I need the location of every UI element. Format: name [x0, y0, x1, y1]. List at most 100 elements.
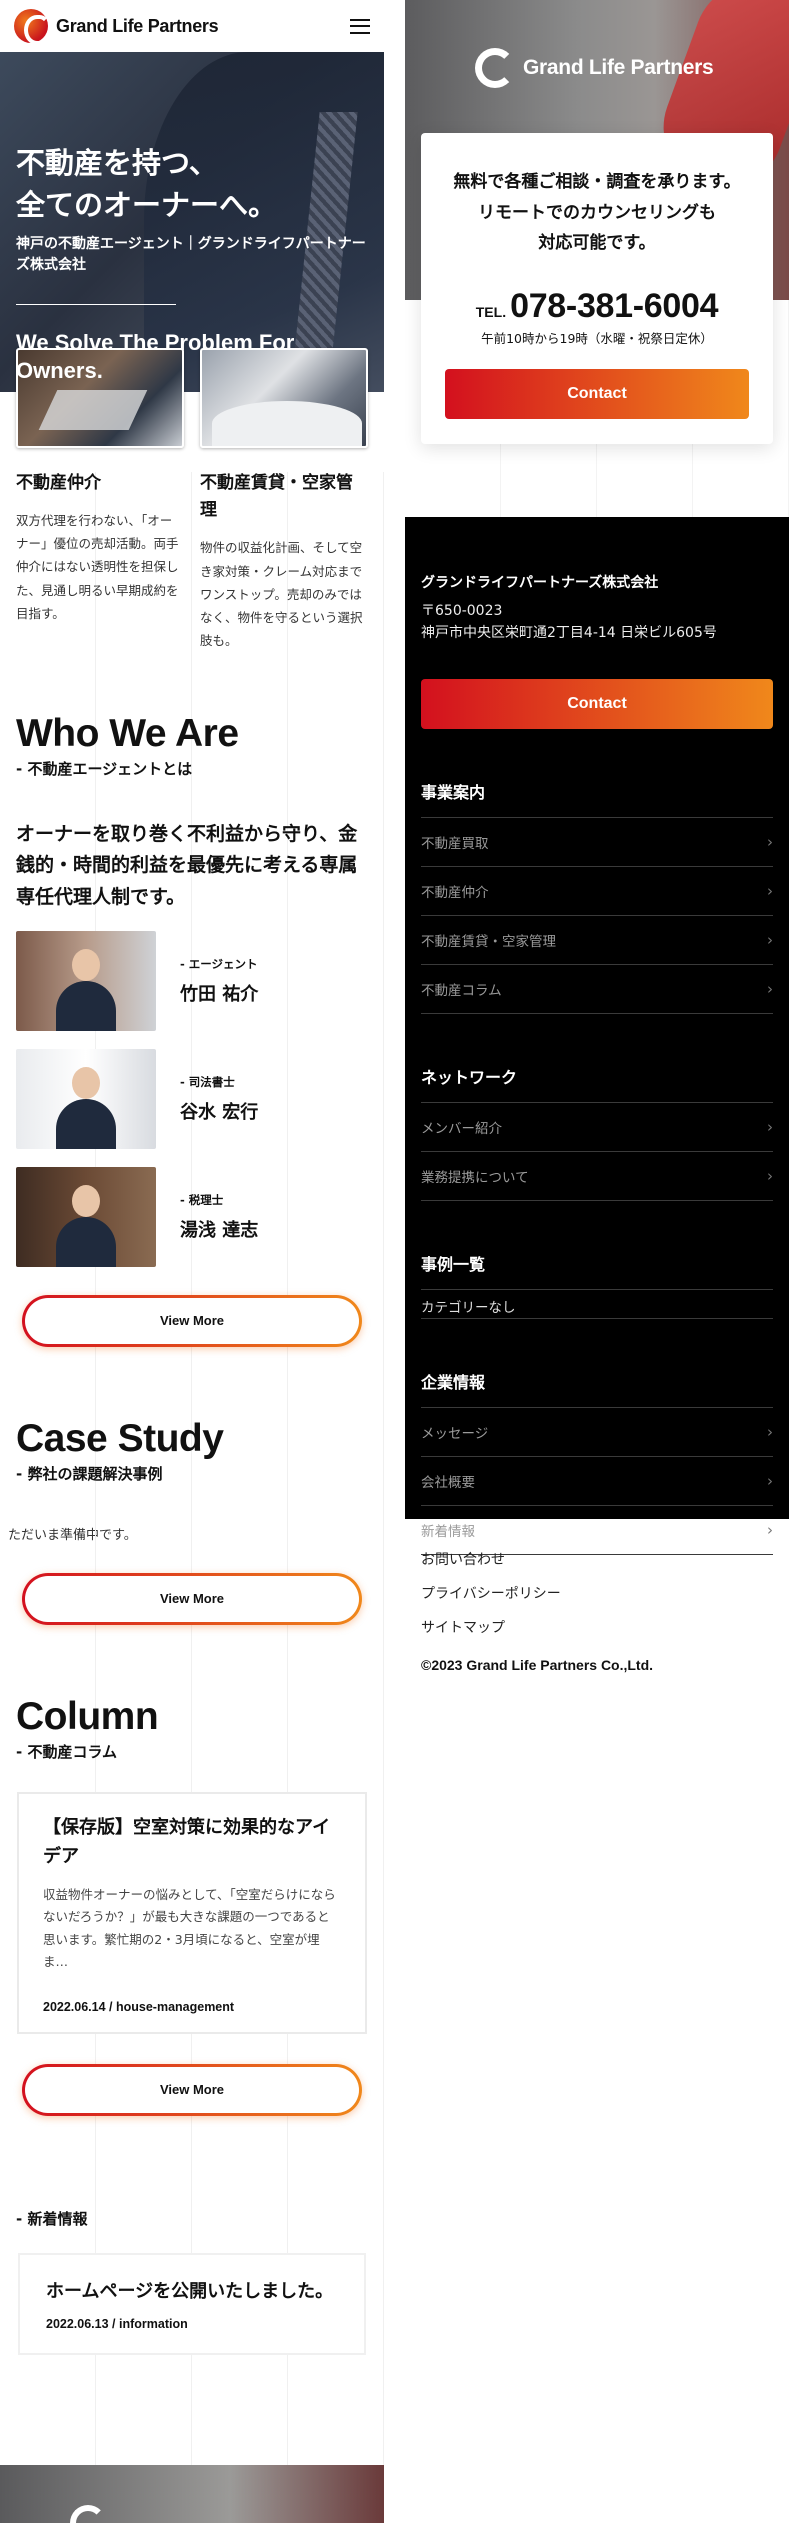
copyright: ©2023 Grand Life Partners Co.,Ltd.: [421, 1657, 654, 1673]
contact-button[interactable]: Contact: [445, 368, 749, 419]
member-info: - 司法書士 谷水 宏行: [180, 1074, 258, 1124]
member-info: - 税理士 湯浅 達志: [180, 1192, 258, 1242]
nav-item[interactable]: 業務提携について ›: [421, 1152, 773, 1201]
phone-number[interactable]: 078-381-6004: [510, 287, 718, 325]
member-photo[interactable]: [16, 1049, 156, 1150]
nav-empty-category: カテゴリーなし: [421, 1290, 773, 1319]
hero-copy: 不動産を持つ、 全てのオーナーへ。 神戸の不動産エージェント｜グランドライフパー…: [16, 142, 368, 384]
news-section: - 新着情報 ホームページを公開いたしました。 2022.06.13 / inf…: [0, 2208, 384, 2355]
footer-link-contact[interactable]: お問い合わせ: [421, 1549, 773, 1569]
mobile-page-footer: Grand Life Partners 無料で各種ご相談・調査を承ります。 リモ…: [405, 0, 789, 2523]
case-study-section: Case Study - 弊社の課題解決事例: [0, 1417, 384, 1484]
menu-icon[interactable]: [350, 18, 370, 34]
nav-item[interactable]: 不動産賃貸・空家管理 ›: [421, 916, 773, 965]
footer-hero-band: [0, 2465, 384, 2523]
services: 不動産仲介 双方代理を行わない、「オーナー」優位の売却活動。両手仲介にはない透明…: [0, 348, 384, 652]
logo-text[interactable]: Grand Life Partners: [56, 16, 219, 37]
nav-item-label: 不動産仲介: [421, 884, 489, 901]
company-name: グランドライフパートナーズ株式会社: [421, 575, 659, 591]
nav-item-label: 不動産コラム: [421, 982, 502, 999]
section-heading: Column: [16, 1695, 159, 1739]
logo-icon: [70, 2505, 106, 2523]
member-name[interactable]: 竹田 祐介: [180, 980, 258, 1006]
nav-item-label: メンバー紹介: [421, 1120, 502, 1137]
company-address: 〒650-0023 神戸市中央区栄町通2丁目4-14 日栄ビル605号: [421, 603, 717, 642]
who-we-are-section: Who We Are - 不動産エージェントとは オーナーを取り巻く不利益から守…: [0, 712, 384, 1347]
nav-item-label: メッセージ: [421, 1425, 489, 1442]
nav-group-heading[interactable]: 企業情報: [421, 1369, 773, 1408]
footer-logo[interactable]: Grand Life Partners: [475, 48, 714, 88]
member-info: - エージェント 竹田 祐介: [180, 956, 258, 1006]
case-empty-message: ただいま準備中です。: [8, 1528, 137, 1544]
business-hours: 午前10時から19時（水曜・祝祭日定休）: [481, 330, 713, 346]
chevron-right-icon: ›: [767, 1422, 773, 1441]
news-meta: 2022.06.13 / information: [46, 2316, 188, 2331]
member-role: - 税理士: [180, 1193, 224, 1208]
member-role: - エージェント: [180, 957, 258, 972]
nav-item-label: 不動産買取: [421, 835, 489, 852]
site-header: Grand Life Partners: [0, 0, 384, 52]
nav-group-heading[interactable]: 事業案内: [421, 779, 773, 818]
column-section: Column - 不動産コラム: [0, 1695, 384, 1762]
nav-item[interactable]: 不動産コラム ›: [421, 965, 773, 1014]
phone-label: TEL.: [475, 303, 507, 320]
member-photo[interactable]: [16, 931, 156, 1032]
hero-english-tagline: We Solve The Problem For Owners.: [16, 330, 295, 383]
chevron-right-icon: ›: [767, 1166, 773, 1185]
nav-item[interactable]: 不動産仲介 ›: [421, 867, 773, 916]
member-name[interactable]: 谷水 宏行: [180, 1098, 258, 1124]
service-description: 物件の収益化計画、そして空き家対策・クレーム対応までワンストップ。売却のみではな…: [200, 540, 363, 648]
nav-item-label: 業務提携について: [421, 1169, 529, 1186]
news-card[interactable]: ホームページを公開いたしました。 2022.06.13 / informatio…: [18, 2252, 366, 2355]
member-item[interactable]: - 司法書士 谷水 宏行: [16, 1049, 368, 1150]
service-card[interactable]: 不動産仲介 双方代理を行わない、「オーナー」優位の売却活動。両手仲介にはない透明…: [16, 348, 184, 652]
footer-links: お問い合わせ プライバシーポリシー サイトマップ ©2023 Grand Lif…: [405, 1519, 789, 1673]
service-card[interactable]: 不動産賃貸・空家管理 物件の収益化計画、そして空き家対策・クレーム対応までワンス…: [200, 348, 368, 652]
nav-item-label: 会社概要: [421, 1474, 475, 1491]
consult-text: 無料で各種ご相談・調査を承ります。 リモートでのカウンセリングも 対応可能です。: [453, 172, 741, 254]
chevron-right-icon: ›: [767, 1520, 773, 1539]
member-item[interactable]: - エージェント 竹田 祐介: [16, 931, 368, 1032]
phone[interactable]: TEL. 078-381-6004: [421, 287, 773, 326]
service-description: 双方代理を行わない、「オーナー」優位の売却活動。両手仲介にはない透明性を担保した…: [16, 513, 179, 621]
nav-item[interactable]: 不動産買取 ›: [421, 818, 773, 867]
nav-item[interactable]: 会社概要 ›: [421, 1457, 773, 1506]
nav-group-heading[interactable]: 事例一覧: [421, 1251, 773, 1290]
footer-link-sitemap[interactable]: サイトマップ: [421, 1617, 773, 1637]
member-name[interactable]: 湯浅 達志: [180, 1216, 258, 1242]
hero-title: 不動産を持つ、 全てのオーナーへ。: [16, 146, 278, 223]
nav-group-heading[interactable]: ネットワーク: [421, 1064, 773, 1103]
column-meta: 2022.06.14 / house-management: [43, 1999, 235, 2014]
column-card[interactable]: 【保存版】空室対策に効果的なアイデア 収益物件オーナーの悩みとして、「空室だらけ…: [17, 1792, 367, 2034]
nav-item-label: 新着情報: [421, 1523, 475, 1540]
nav-group-cases: 事例一覧 カテゴリーなし: [421, 1251, 773, 1319]
nav-item[interactable]: メッセージ ›: [421, 1408, 773, 1457]
consult-card: 無料で各種ご相談・調査を承ります。 リモートでのカウンセリングも 対応可能です。…: [421, 133, 773, 444]
chevron-right-icon: ›: [767, 881, 773, 900]
nav-item[interactable]: メンバー紹介 ›: [421, 1103, 773, 1152]
who-lead: オーナーを取り巻く不利益から守り、金銭的・時間的利益を最優先に考える専属専任代理…: [16, 823, 358, 908]
column-title[interactable]: 【保存版】空室対策に効果的なアイデア: [43, 1814, 341, 1872]
footer-contact-button[interactable]: Contact: [421, 678, 773, 729]
service-title[interactable]: 不動産賃貸・空家管理: [200, 470, 368, 524]
logo-text: Grand Life Partners: [523, 56, 714, 79]
chevron-right-icon: ›: [767, 1471, 773, 1490]
who-view-more-button[interactable]: View More: [22, 1295, 362, 1347]
section-subheading: - 弊社の課題解決事例: [16, 1465, 163, 1484]
chevron-right-icon: ›: [767, 832, 773, 851]
member-item[interactable]: - 税理士 湯浅 達志: [16, 1167, 368, 1268]
chevron-right-icon: ›: [767, 1117, 773, 1136]
news-title[interactable]: ホームページを公開いたしました。: [46, 2277, 338, 2303]
section-heading: Case Study: [16, 1417, 224, 1461]
logo-icon[interactable]: [14, 9, 50, 45]
footer-link-privacy[interactable]: プライバシーポリシー: [421, 1583, 773, 1603]
member-photo[interactable]: [16, 1167, 156, 1268]
column-excerpt: 収益物件オーナーの悩みとして、「空室だらけにならないだろうか？」が最も大きな課題…: [43, 1886, 336, 1970]
section-subheading: - 不動産エージェントとは: [16, 760, 193, 778]
service-title[interactable]: 不動産仲介: [16, 470, 184, 497]
column-view-more-button[interactable]: View More: [22, 2064, 362, 2116]
case-view-more-button[interactable]: View More: [22, 1573, 362, 1625]
hero-subtitle: 神戸の不動産エージェント｜グランドライフパートナーズ株式会社: [16, 236, 366, 274]
member-list: - エージェント 竹田 祐介 - 司法書士 谷水 宏行 - 税理士 湯浅 達志: [16, 931, 368, 1268]
section-heading: Who We Are: [16, 712, 239, 755]
